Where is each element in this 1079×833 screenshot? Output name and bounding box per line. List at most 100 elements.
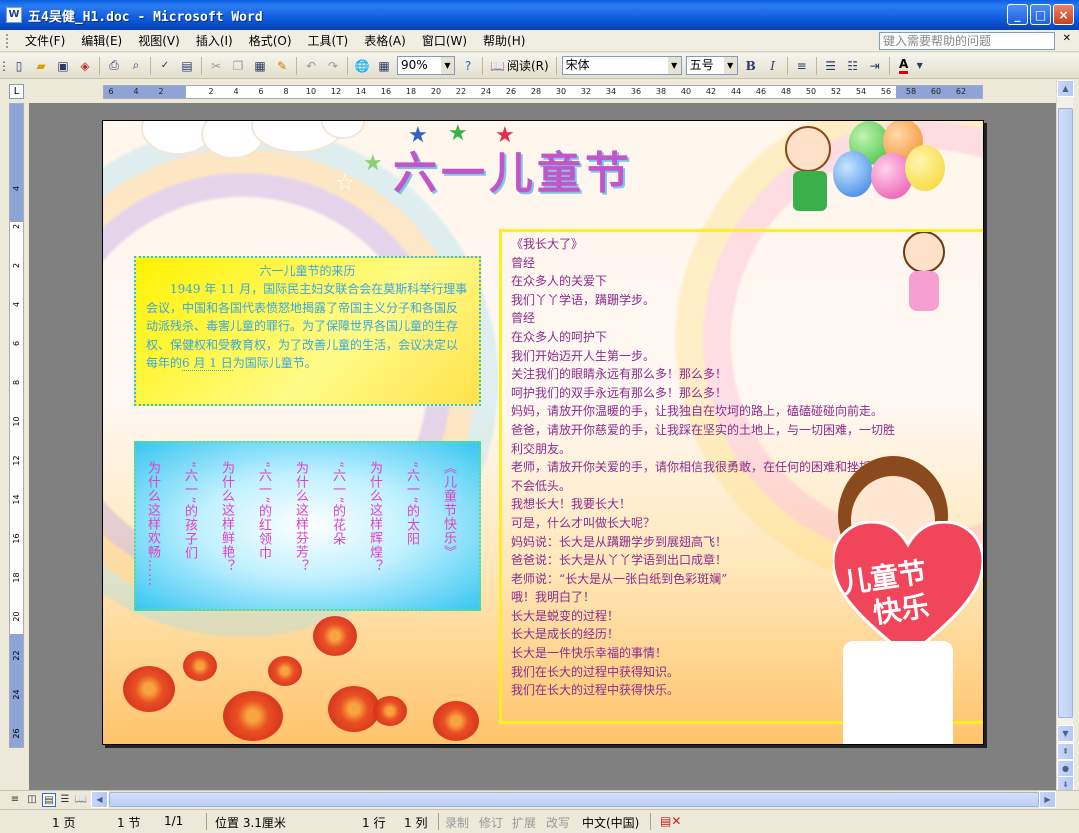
- book-icon: 📖: [490, 58, 505, 73]
- status-language[interactable]: 中文(中国): [582, 814, 639, 831]
- menu-bar: 文件(F) 编辑(E) 视图(V) 插入(I) 格式(O) 工具(T) 表格(A…: [0, 30, 1079, 52]
- paste-icon[interactable]: ▦: [249, 55, 271, 77]
- font-name-select[interactable]: 宋体 ▼: [561, 56, 682, 75]
- horizontal-ruler[interactable]: 6 4 2 2 4 6 8 10 12 14 16 18 20 22 24 26 28 30 32 34 36 38 40 4…: [103, 85, 983, 99]
- spelling-status-icon[interactable]: ▤✕: [660, 814, 681, 828]
- bold-button[interactable]: B: [740, 55, 762, 77]
- balloon-icon: [905, 145, 945, 191]
- scroll-down-button[interactable]: ▼: [1057, 725, 1074, 742]
- grow-poem-line: 《我长大了》: [511, 237, 584, 251]
- bullets-icon[interactable]: ☷: [842, 55, 864, 77]
- document-page[interactable]: ★ ★ ★ ★ ☆ 六一儿童节 六一儿童节的来历 1949 年 11 月，国际民…: [102, 120, 984, 745]
- status-extend[interactable]: 扩展: [512, 814, 536, 831]
- close-button[interactable]: ×: [1053, 4, 1074, 25]
- chevron-down-icon[interactable]: ▼: [723, 57, 737, 74]
- close-document-icon[interactable]: ✕: [1063, 33, 1071, 44]
- zoom-select[interactable]: 90% ▼: [397, 56, 455, 75]
- ruler-tick: 2: [12, 223, 21, 230]
- horizontal-scroll-thumb[interactable]: [109, 792, 1039, 807]
- outline-view-icon[interactable]: ☰: [58, 793, 72, 807]
- read-mode-button[interactable]: 📖 阅读(R): [486, 57, 553, 74]
- scroll-thumb[interactable]: [1058, 108, 1073, 718]
- redo-icon[interactable]: ↷: [322, 55, 344, 77]
- hyperlink-icon[interactable]: 🌐: [351, 55, 373, 77]
- poem-column: 为什么这样鲜艳？: [219, 461, 234, 573]
- menu-format[interactable]: 格式(O): [241, 30, 300, 52]
- print-view-icon[interactable]: ▤: [42, 793, 56, 807]
- read-mode-label: 阅读(R): [506, 59, 549, 73]
- print-icon[interactable]: ⎙: [103, 55, 125, 77]
- font-size-select[interactable]: 五号 ▼: [685, 56, 738, 75]
- copy-icon[interactable]: ❐: [227, 55, 249, 77]
- origin-text-box[interactable]: 六一儿童节的来历 1949 年 11 月，国际民主妇女联合会在莫斯科举行理事会议…: [134, 256, 481, 406]
- format-painter-icon[interactable]: ✎: [271, 55, 293, 77]
- vertical-scrollbar[interactable]: ▲ ▼ ⇞ ● ⇟: [1056, 80, 1074, 793]
- status-track-changes[interactable]: 修订: [479, 814, 503, 831]
- title-bar: W 五4吴健_H1.doc - Microsoft Word _ □ ×: [0, 0, 1079, 30]
- cut-icon[interactable]: ✂: [205, 55, 227, 77]
- ruler-tick: 44: [730, 87, 742, 96]
- toolbar-grip[interactable]: ⋮: [0, 55, 10, 77]
- align-justify-icon[interactable]: ≡: [791, 55, 813, 77]
- save-icon[interactable]: ▣: [52, 55, 74, 77]
- reading-view-icon[interactable]: 📖: [74, 793, 88, 807]
- ruler-tick: 48: [780, 87, 792, 96]
- undo-icon[interactable]: ↶: [300, 55, 322, 77]
- menu-table[interactable]: 表格(A): [356, 30, 414, 52]
- italic-button[interactable]: I: [762, 55, 784, 77]
- ruler-tick: 26: [505, 87, 517, 96]
- normal-view-icon[interactable]: ≡: [8, 793, 22, 807]
- status-record[interactable]: 录制: [445, 814, 469, 831]
- permission-icon[interactable]: ◈: [74, 55, 96, 77]
- menu-tools[interactable]: 工具(T): [300, 30, 357, 52]
- minimize-button[interactable]: _: [1007, 4, 1028, 25]
- ruler-tick: 12: [330, 87, 342, 96]
- open-folder-icon[interactable]: ▰: [30, 55, 52, 77]
- document-area[interactable]: ★ ★ ★ ★ ☆ 六一儿童节 六一儿童节的来历 1949 年 11 月，国际民…: [29, 103, 1056, 790]
- menu-edit[interactable]: 编辑(E): [73, 30, 130, 52]
- web-view-icon[interactable]: ◫: [25, 793, 39, 807]
- menu-grip[interactable]: [6, 33, 9, 48]
- help-icon[interactable]: ?: [457, 55, 479, 77]
- scroll-left-button[interactable]: ◀: [91, 791, 108, 808]
- chevron-down-icon[interactable]: ▼: [915, 55, 925, 77]
- balloon-icon: [833, 151, 873, 197]
- poem-text-box[interactable]: 《儿童节快乐》 “六一”的太阳 为什么这样辉煌？ “六一”的花朵 为什么这样芬芳？ “六一…: [134, 441, 481, 611]
- status-overtype[interactable]: 改写: [546, 814, 570, 831]
- origin-title: 六一儿童节的来历: [259, 264, 356, 278]
- flower-decoration: [123, 666, 175, 712]
- horizontal-scrollbar[interactable]: ◀ ▶: [91, 791, 1056, 808]
- vertical-ruler[interactable]: 4 2 2 4 6 8 10 12 14 16 18 20 22 24 26: [9, 103, 24, 748]
- ruler-tick: 40: [680, 87, 692, 96]
- numbering-icon[interactable]: ☰: [820, 55, 842, 77]
- chevron-down-icon[interactable]: ▼: [441, 57, 454, 74]
- scroll-up-button[interactable]: ▲: [1057, 80, 1074, 97]
- ruler-tick: 32: [580, 87, 592, 96]
- status-position: 位置 3.1厘米: [215, 816, 286, 830]
- help-search-input[interactable]: 键入需要帮助的问题: [879, 32, 1055, 50]
- previous-page-button[interactable]: ⇞: [1057, 743, 1074, 760]
- word-app-icon[interactable]: W: [6, 7, 22, 23]
- menu-file[interactable]: 文件(F): [17, 30, 73, 52]
- menu-window[interactable]: 窗口(W): [414, 30, 475, 52]
- menu-help[interactable]: 帮助(H): [475, 30, 533, 52]
- maximize-button[interactable]: □: [1030, 4, 1051, 25]
- chevron-down-icon[interactable]: ▼: [667, 57, 681, 74]
- scroll-right-button[interactable]: ▶: [1039, 791, 1056, 808]
- status-bar: 1 页 1 节 1/1 位置 3.1厘米 1 行 1 列 录制 修订 扩展 改写…: [0, 809, 1079, 833]
- print-preview-icon[interactable]: ⌕: [125, 55, 147, 77]
- spelling-icon[interactable]: ✓: [154, 55, 176, 77]
- table-icon[interactable]: ▦: [373, 55, 395, 77]
- ruler-tick: 6: [12, 340, 21, 347]
- toolbar-separator: [296, 56, 297, 75]
- ruler-tick: 18: [12, 572, 21, 583]
- ruler-tick: 4: [12, 185, 21, 192]
- menu-insert[interactable]: 插入(I): [188, 30, 241, 52]
- menu-view[interactable]: 视图(V): [130, 30, 188, 52]
- indent-icon[interactable]: ⇥: [864, 55, 886, 77]
- tab-selector-icon[interactable]: L: [9, 84, 24, 99]
- research-icon[interactable]: ▤: [176, 55, 198, 77]
- font-color-button[interactable]: A: [893, 55, 915, 77]
- select-browse-object-button[interactable]: ●: [1057, 760, 1074, 777]
- new-document-icon[interactable]: ▯: [8, 55, 30, 77]
